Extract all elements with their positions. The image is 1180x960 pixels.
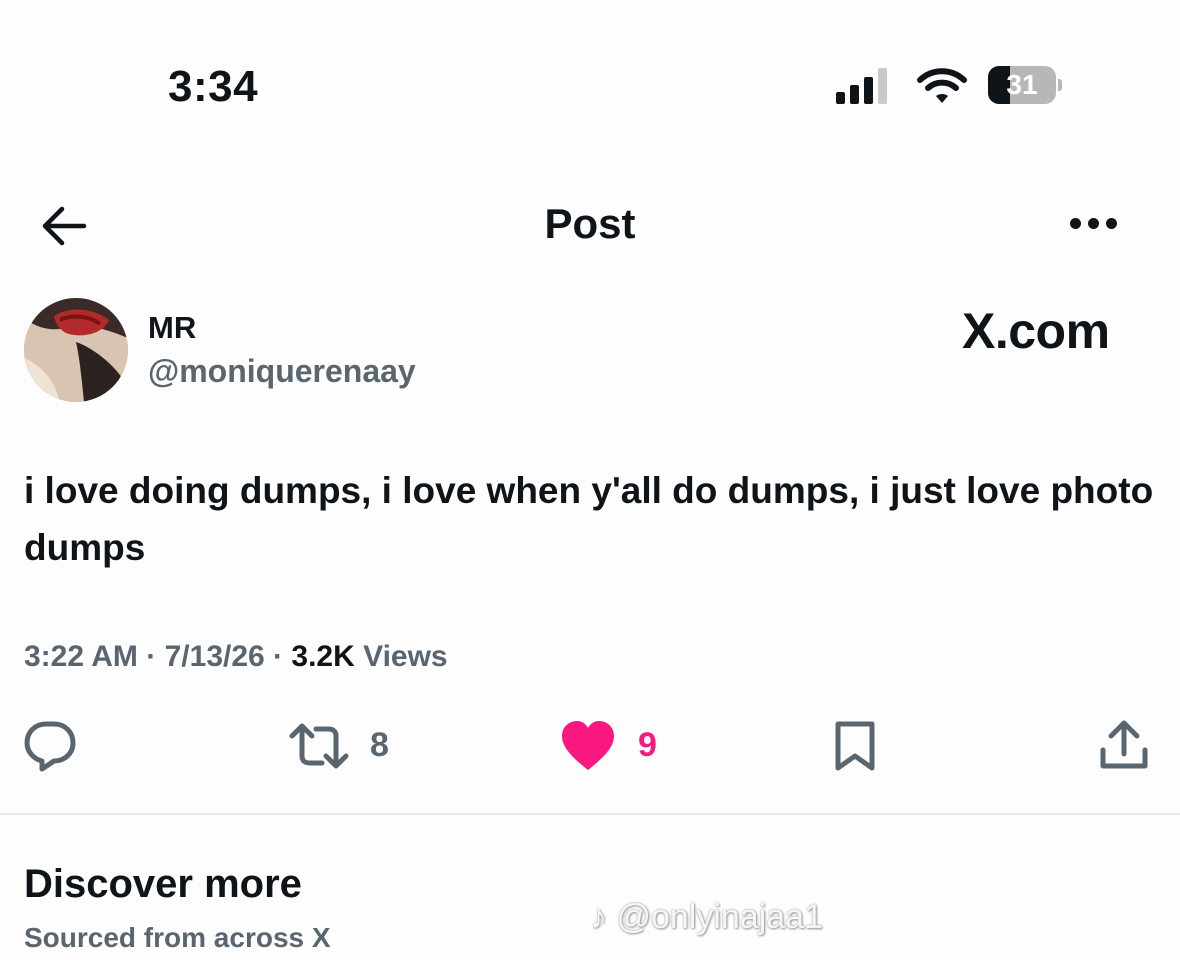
site-watermark-text: X.com: [962, 303, 1110, 359]
author-name[interactable]: MR: [148, 310, 196, 346]
repost-count: 8: [370, 726, 389, 764]
wifi-icon: [916, 66, 968, 111]
meta-separator: ·: [273, 640, 284, 673]
more-horizontal-icon[interactable]: [1066, 212, 1122, 236]
page-title: Post: [544, 200, 636, 247]
meta-separator: ·: [146, 640, 157, 673]
site-watermark: X.com: [962, 302, 1110, 360]
author-handle[interactable]: @moniquerenaay: [148, 353, 416, 390]
divider: [0, 813, 1180, 815]
cellular-signal-icon: [836, 68, 892, 104]
status-bar-time: 3:34: [168, 62, 259, 111]
post-meta: 3:22 AM · 7/13/26 · 3.2K Views: [24, 640, 448, 674]
overlay-watermark-text: @onlyinajaa1: [616, 898, 823, 936]
battery-icon: 31: [988, 66, 1062, 104]
battery-level: 31: [1006, 69, 1038, 100]
views-count: 3.2K: [291, 640, 355, 673]
reply-button[interactable]: [22, 718, 78, 774]
post-text: i love doing dumps, i love when y'all do…: [24, 470, 1154, 568]
discover-subtitle: Sourced from across X: [24, 922, 331, 953]
repost-button[interactable]: 8: [288, 718, 408, 774]
reply-bubble-icon: [24, 721, 76, 772]
views-label: Views: [363, 640, 448, 673]
bookmark-icon: [835, 721, 875, 771]
overlay-watermark: ♪ @onlyinajaa1: [590, 898, 823, 937]
share-icon: [1100, 720, 1148, 769]
post-date: 7/13/26: [164, 640, 265, 673]
like-count: 9: [638, 726, 657, 764]
repost-icon: [289, 723, 349, 769]
bookmark-button[interactable]: [830, 718, 880, 774]
like-button[interactable]: 9: [560, 718, 680, 774]
heart-icon: [562, 721, 614, 770]
post-time: 3:22 AM: [24, 640, 138, 673]
discover-title: Discover more: [24, 862, 302, 906]
share-button[interactable]: [1098, 718, 1150, 774]
avatar[interactable]: [24, 298, 128, 402]
tiktok-icon: ♪: [590, 898, 607, 936]
